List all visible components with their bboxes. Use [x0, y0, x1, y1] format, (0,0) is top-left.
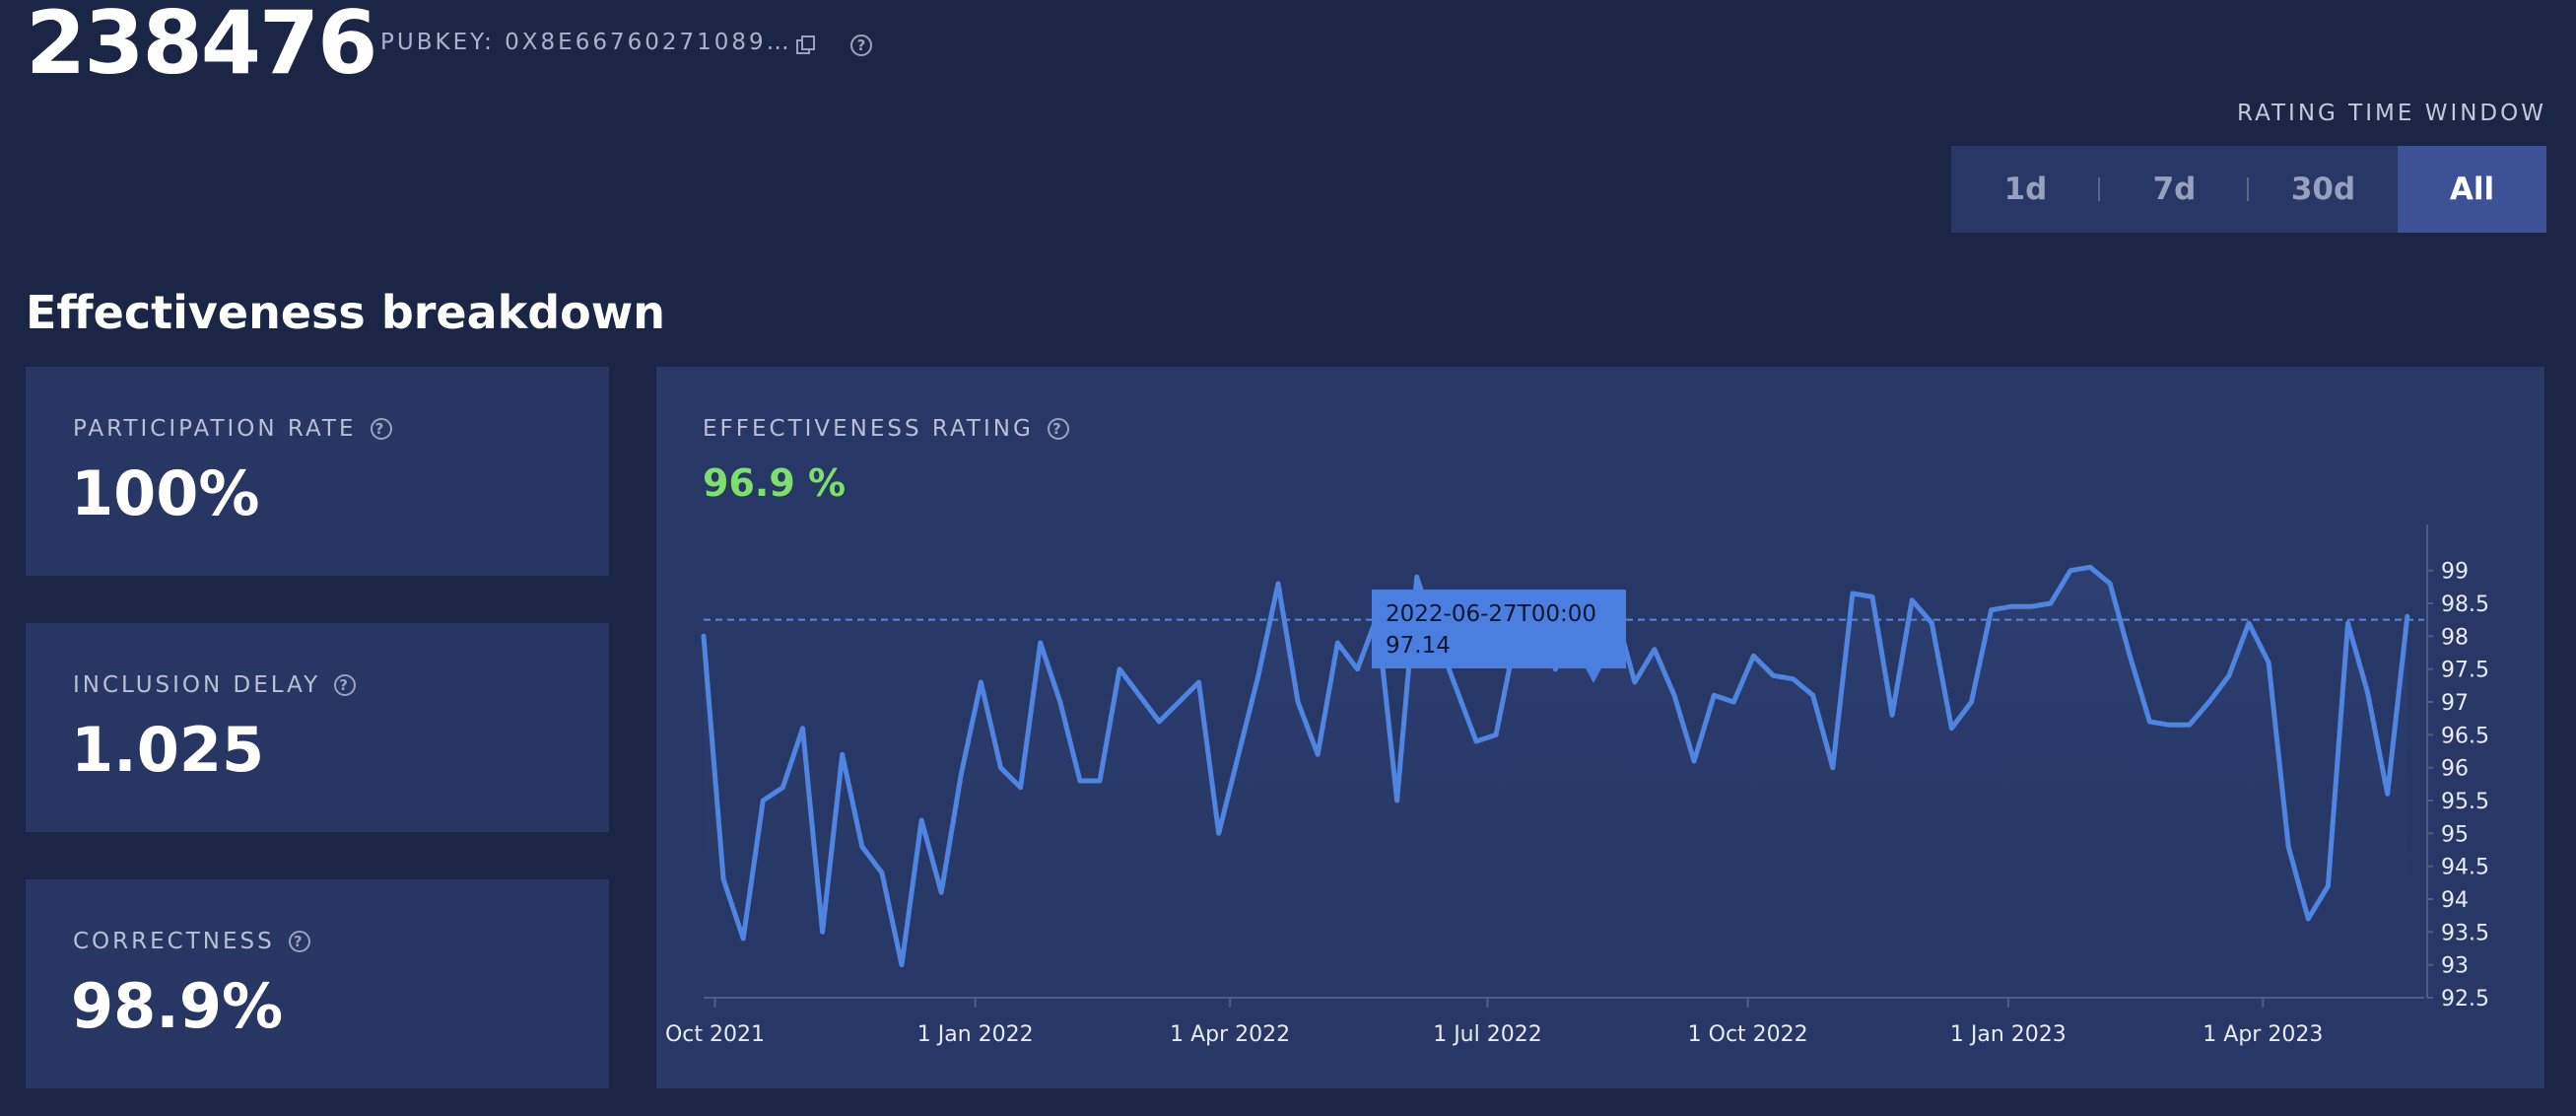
y-tick-label: 94.5 [2441, 856, 2489, 880]
help-circle-icon[interactable]: ? [370, 418, 392, 440]
y-tick-label: 98 [2441, 625, 2469, 650]
x-tick-label: 1 Jan 2023 [1950, 1022, 2067, 1047]
pubkey-label: PUBKEY: 0X8E66760271089… [380, 30, 792, 55]
help-circle-icon[interactable]: ? [288, 931, 310, 952]
participation-rate-label-text: PARTICIPATION RATE [73, 416, 357, 442]
effectiveness-rating-value: 96.9 % [703, 461, 847, 505]
time-window-all[interactable]: All [2398, 146, 2546, 233]
help-circle-icon[interactable]: ? [334, 674, 357, 696]
x-tick-label: 1 Apr 2023 [2203, 1022, 2323, 1047]
inclusion-delay-label-text: INCLUSION DELAY [73, 672, 321, 698]
y-tick-label: 93.5 [2441, 921, 2489, 945]
time-window-7d[interactable]: 7d [2100, 146, 2249, 233]
help-circle-icon[interactable]: ? [848, 33, 874, 58]
y-tick-label: 94 [2441, 888, 2469, 913]
time-window-selector: 1d 7d 30d All [1951, 146, 2546, 233]
y-tick-label: 96.5 [2441, 724, 2489, 748]
help-circle-icon[interactable]: ? [1047, 418, 1069, 440]
y-tick-label: 95.5 [2441, 790, 2489, 814]
inclusion-delay-label: INCLUSION DELAY ? [73, 672, 357, 698]
validator-index: 238476 [26, 0, 377, 94]
x-tick-label: Oct 2021 [665, 1022, 765, 1047]
effectiveness-rating-label-text: EFFECTIVENESS RATING [703, 416, 1034, 442]
y-tick-label: 98.5 [2441, 593, 2489, 617]
copy-icon[interactable] [793, 33, 819, 58]
inclusion-delay-value: 1.025 [71, 714, 265, 786]
effectiveness-rating-label: EFFECTIVENESS RATING ? [703, 416, 1069, 442]
x-tick-label: 1 Apr 2022 [1170, 1022, 1290, 1047]
rating-time-window-label: RATING TIME WINDOW [2237, 101, 2546, 126]
section-title: Effectiveness breakdown [26, 286, 666, 339]
correctness-label-text: CORRECTNESS [73, 929, 275, 954]
time-window-1d[interactable]: 1d [1951, 146, 2100, 233]
correctness-label: CORRECTNESS ? [73, 929, 310, 954]
y-tick-label: 97 [2441, 691, 2469, 716]
tooltip-value: 97.14 [1386, 633, 1451, 659]
y-tick-label: 99 [2441, 560, 2469, 585]
effectiveness-chart[interactable]: 92.5 93 93.5 94 94.5 95 95.5 96 96.5 97 97.5 98 98.5… [656, 367, 2544, 1088]
y-tick-label: 93 [2441, 954, 2469, 979]
x-tick-label: 1 Jan 2022 [917, 1022, 1034, 1047]
correctness-card: CORRECTNESS ? 98.9% [26, 879, 609, 1088]
inclusion-delay-card: INCLUSION DELAY ? 1.025 [26, 623, 609, 832]
tooltip-date: 2022-06-27T00:00 [1386, 601, 1596, 627]
y-tick-label: 96 [2441, 757, 2469, 782]
time-window-30d[interactable]: 30d [2249, 146, 2398, 233]
x-tick-label: 1 Oct 2022 [1688, 1022, 1808, 1047]
x-tick-label: 1 Jul 2022 [1433, 1022, 1542, 1047]
y-tick-label: 92.5 [2441, 987, 2489, 1011]
participation-rate-label: PARTICIPATION RATE ? [73, 416, 392, 442]
participation-rate-card: PARTICIPATION RATE ? 100% [26, 367, 609, 576]
participation-rate-value: 100% [71, 457, 260, 529]
y-tick-label: 97.5 [2441, 659, 2489, 683]
correctness-value: 98.9% [71, 970, 284, 1042]
y-tick-label: 95 [2441, 822, 2469, 847]
effectiveness-rating-panel: 92.5 93 93.5 94 94.5 95 95.5 96 96.5 97 97.5 98 98.5… [656, 367, 2544, 1088]
